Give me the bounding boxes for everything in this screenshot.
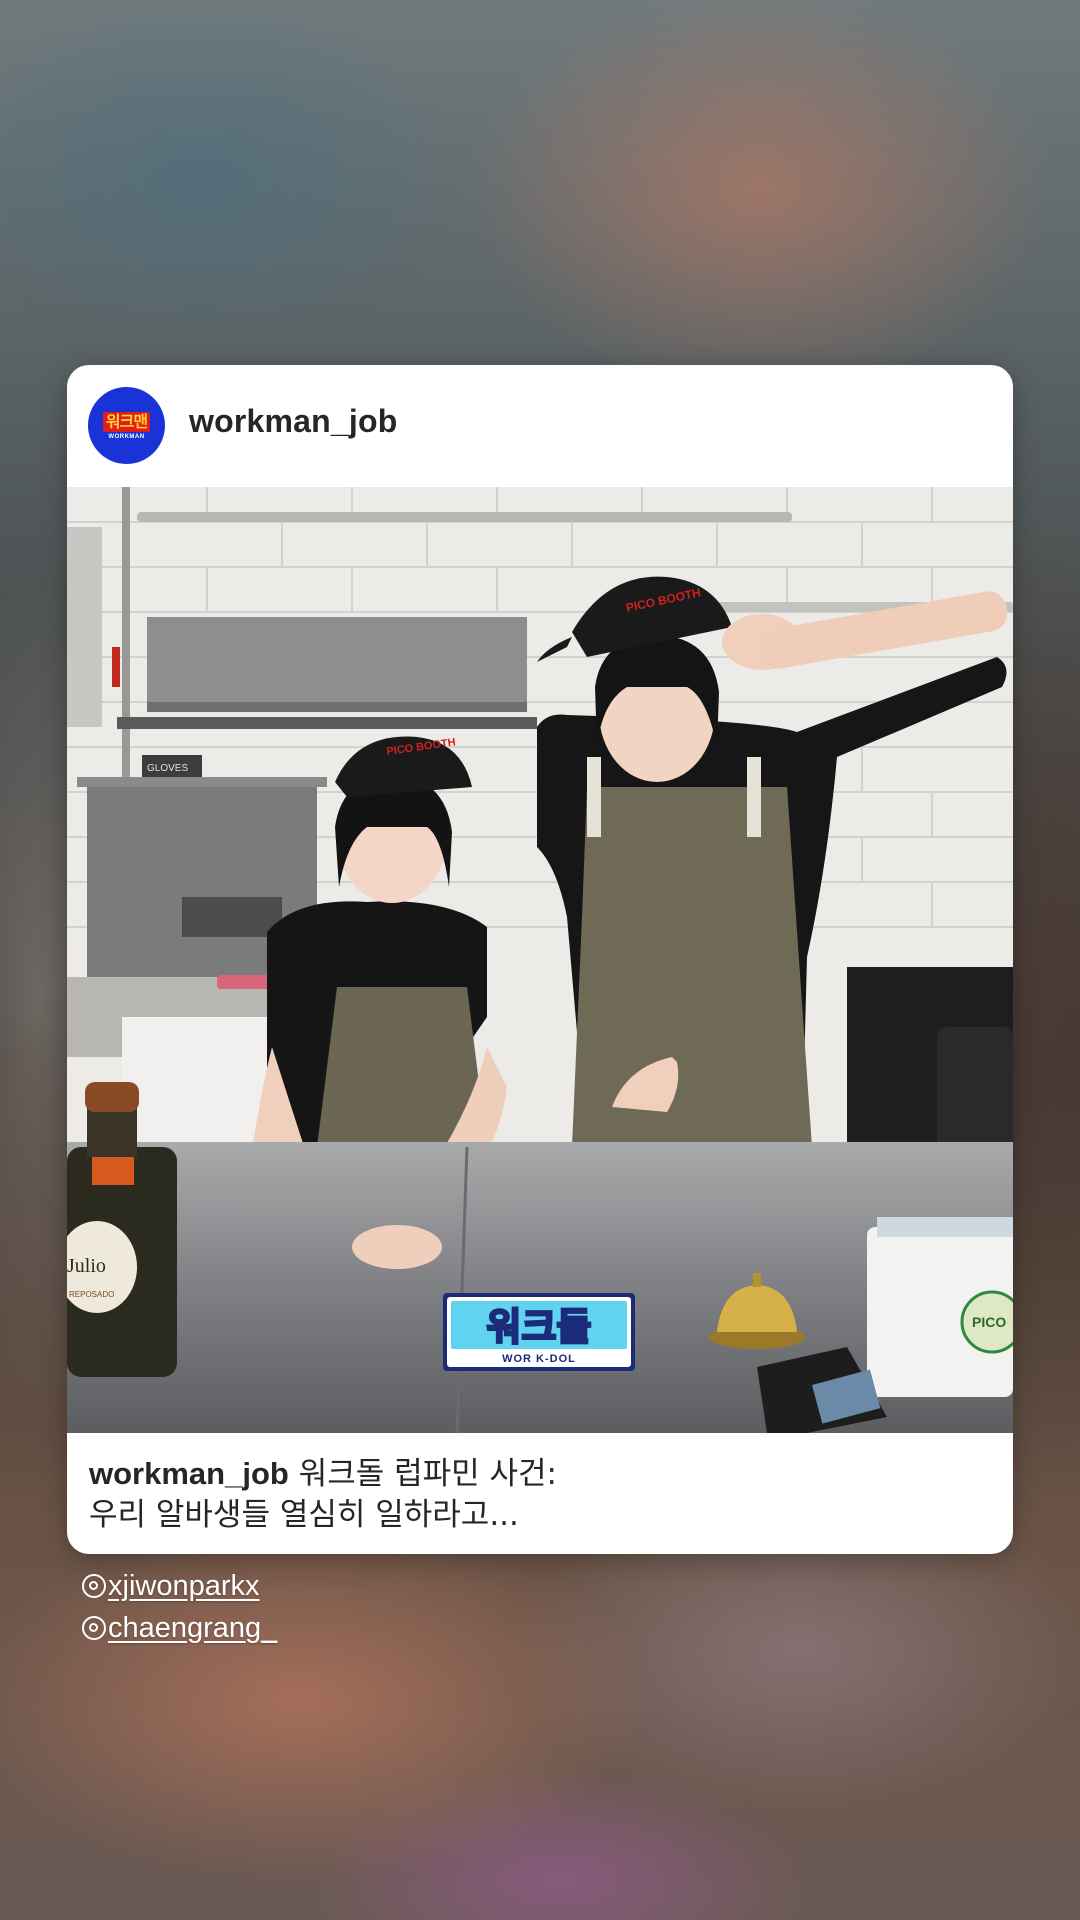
sticker-main-text: 워크돌 <box>487 1305 592 1349</box>
caption-text-line2: 우리 알바생들 열심히 일하라고... <box>89 1497 519 1533</box>
account-avatar[interactable]: 워크맨 WORKMAN <box>88 387 165 464</box>
pos-label: PICO <box>972 1314 1006 1330</box>
post-username[interactable]: workman_job <box>189 403 397 440</box>
mention-sticker-1[interactable]: xjiwonparkx <box>82 1570 260 1603</box>
shared-post-card[interactable]: 워크맨 WORKMAN workman_job GLOVES PICO BOOT… <box>67 365 1013 1554</box>
mention-sticker-2[interactable]: chaengrang_ <box>82 1612 277 1645</box>
avatar-logo-subtext: WORKMAN <box>108 433 145 440</box>
workdol-logo-sticker: 워크돌 WOR K-DOL <box>443 1293 635 1371</box>
bottle-sublabel: REPOSADO <box>69 1290 114 1299</box>
avatar-logo-text: 워크맨 <box>102 411 151 432</box>
caption-username[interactable]: workman_job <box>89 1456 289 1491</box>
mention-handle-1: xjiwonparkx <box>108 1570 260 1602</box>
post-header[interactable]: 워크맨 WORKMAN workman_job <box>67 365 1013 487</box>
bottle-label: Julio <box>67 1255 106 1277</box>
threads-at-icon <box>82 1574 106 1598</box>
post-photo[interactable]: GLOVES PICO BOOTH PICO BOOTH Julio REPOS… <box>67 487 1013 1433</box>
shelf-label: GLOVES <box>147 763 188 774</box>
threads-at-icon <box>82 1616 106 1640</box>
post-caption: workman_job 워크돌 럽파민 사건: 우리 알바생들 열심히 일하라고… <box>89 1453 989 1536</box>
post-photo-illustration: GLOVES PICO BOOTH PICO BOOTH Julio REPOS… <box>67 487 1013 1433</box>
mention-handle-2: chaengrang_ <box>108 1612 278 1644</box>
caption-text-line1: 워크돌 럽파민 사건: <box>288 1456 557 1492</box>
sticker-sub-text: WOR K-DOL <box>502 1353 576 1365</box>
